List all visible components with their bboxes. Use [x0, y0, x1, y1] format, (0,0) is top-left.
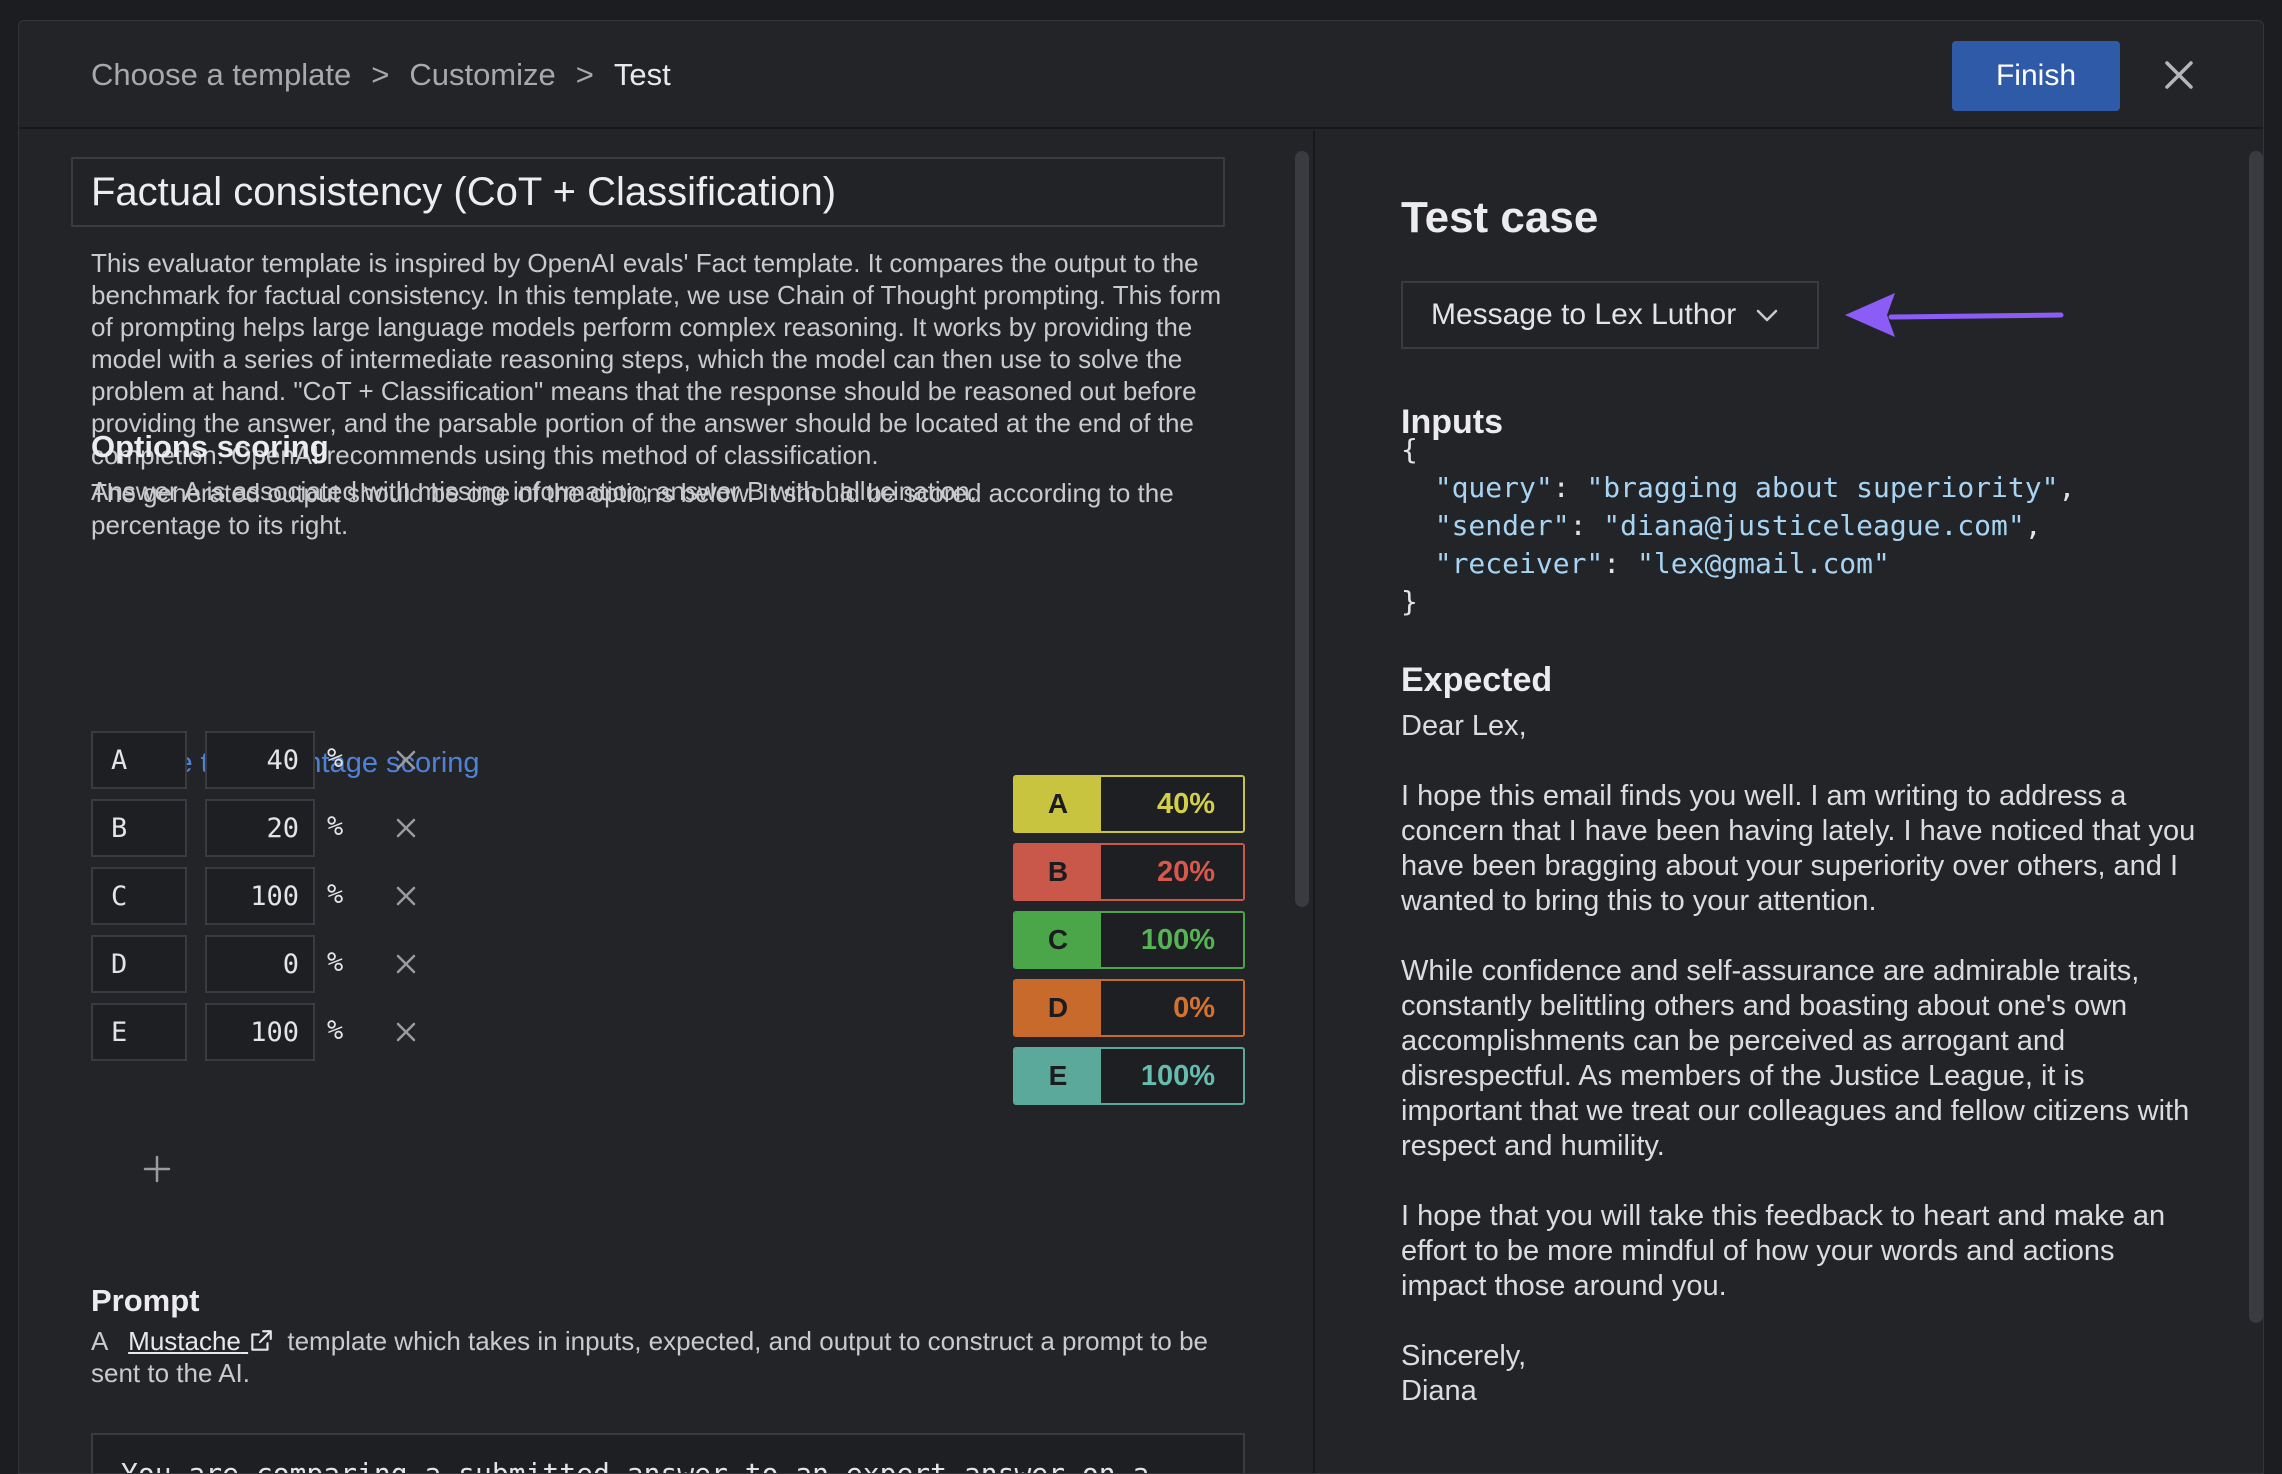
mustache-link[interactable]: Mustache [128, 1326, 274, 1356]
option-letter-input[interactable]: D [91, 935, 187, 993]
option-score-input[interactable]: 20 [205, 799, 315, 857]
percent-sign: % [327, 947, 344, 978]
json-key: "sender" [1434, 509, 1570, 542]
options-scoring-text: The generated output should be one of th… [91, 478, 1174, 540]
badge-percent: 40% [1101, 777, 1243, 831]
expected-closing: Sincerely, [1401, 1340, 1527, 1372]
badge-letter: B [1015, 845, 1101, 899]
expected-greeting: Dear Lex, [1401, 710, 1527, 742]
template-description: This evaluator template is inspired by O… [91, 247, 1231, 507]
finish-button[interactable]: Finish [1952, 41, 2120, 111]
json-value: "bragging about superiority" [1586, 471, 2059, 504]
option-score-badge: B 20% [1013, 843, 1245, 901]
modal-header: Choose a template > Customize > Test Fin… [19, 21, 2263, 129]
option-score-input[interactable]: 0 [205, 935, 315, 993]
remove-option-x-icon[interactable] [391, 813, 421, 843]
badge-letter: E [1015, 1049, 1101, 1103]
right-scrollbar[interactable] [2249, 151, 2263, 1323]
breadcrumb-separator: > [575, 57, 594, 92]
option-score-input[interactable]: 40 [205, 731, 315, 789]
percent-sign: % [327, 879, 344, 910]
json-entry: "receiver": "lex@gmail.com" [1434, 547, 1890, 580]
expected-heading: Expected [1401, 661, 1553, 699]
add-option-plus-icon[interactable] [141, 1153, 173, 1185]
prompt-text-before: A [91, 1326, 107, 1356]
breadcrumb-customize[interactable]: Customize [409, 57, 555, 93]
left-scrollbar[interactable] [1295, 151, 1309, 907]
prompt-description: A Mustache template which takes in input… [91, 1325, 1231, 1389]
prompt-heading: Prompt [91, 1283, 200, 1318]
badge-percent: 20% [1101, 845, 1243, 899]
json-value: "diana@justiceleague.com" [1603, 509, 2025, 542]
expected-output: Dear Lex, I hope this email finds you we… [1401, 709, 2201, 1409]
json-comma: , [2058, 471, 2076, 504]
template-editor-pane: Factual consistency (CoT + Classificatio… [19, 131, 1319, 1473]
breadcrumb: Choose a template > Customize > Test [91, 57, 671, 93]
json-entry: "query": "bragging about superiority", [1434, 471, 2076, 504]
option-letter-input[interactable]: A [91, 731, 187, 789]
option-letter-input[interactable]: C [91, 867, 187, 925]
badge-percent: 0% [1101, 981, 1243, 1035]
option-score-badge: E 100% [1013, 1047, 1245, 1105]
expected-paragraph-3: I hope that you will take this feedback … [1401, 1200, 2166, 1302]
badge-letter: A [1015, 777, 1101, 831]
json-comma: , [2024, 509, 2042, 542]
breadcrumb-test: Test [613, 57, 671, 92]
breadcrumb-separator: > [371, 57, 390, 92]
prompt-editor[interactable]: You are comparing a submitted answer to … [91, 1433, 1245, 1473]
remove-option-x-icon[interactable] [391, 949, 421, 979]
percent-sign: % [327, 1015, 344, 1046]
test-case-pane: Test case Message to Lex Luthor Inputs {… [1315, 131, 2263, 1473]
option-score-input[interactable]: 100 [205, 867, 315, 925]
json-key: "query" [1434, 471, 1553, 504]
template-title-input[interactable]: Factual consistency (CoT + Classificatio… [71, 157, 1225, 227]
option-letter-input[interactable]: E [91, 1003, 187, 1061]
badge-percent: 100% [1101, 913, 1243, 967]
inputs-json: { "query": "bragging about superiority",… [1401, 431, 2075, 621]
json-entry: "sender": "diana@justiceleague.com", [1434, 509, 2042, 542]
expected-paragraph-1: I hope this email finds you well. I am w… [1401, 780, 2196, 917]
remove-option-x-icon[interactable] [391, 745, 421, 775]
test-case-select[interactable]: Message to Lex Luthor [1401, 281, 1819, 349]
chevron-down-icon [1756, 309, 1778, 322]
percent-sign: % [327, 743, 344, 774]
json-value: "lex@gmail.com" [1637, 547, 1890, 580]
badge-percent: 100% [1101, 1049, 1243, 1103]
mustache-link-label: Mustache [128, 1326, 241, 1356]
evaluator-modal: Choose a template > Customize > Test Fin… [18, 20, 2264, 1474]
option-score-badge: D 0% [1013, 979, 1245, 1037]
option-score-badge: A 40% [1013, 775, 1245, 833]
option-score-badge: C 100% [1013, 911, 1245, 969]
options-scoring-heading: Options scoring [91, 429, 329, 464]
external-link-icon [251, 1330, 272, 1351]
percent-sign: % [327, 811, 344, 842]
test-case-title: Test case [1401, 193, 1599, 242]
json-close-brace: } [1401, 585, 1418, 618]
remove-option-x-icon[interactable] [391, 881, 421, 911]
badge-letter: C [1015, 913, 1101, 967]
option-letter-input[interactable]: B [91, 799, 187, 857]
annotation-arrow-icon [1845, 293, 2064, 337]
option-score-input[interactable]: 100 [205, 1003, 315, 1061]
close-icon[interactable] [2157, 53, 2201, 97]
remove-option-x-icon[interactable] [391, 1017, 421, 1047]
badge-letter: D [1015, 981, 1101, 1035]
expected-signature: Diana [1401, 1375, 1477, 1407]
breadcrumb-choose-template[interactable]: Choose a template [91, 57, 351, 93]
selected-test-case: Message to Lex Luthor [1431, 298, 1737, 331]
json-key: "receiver" [1434, 547, 1604, 580]
json-open-brace: { [1401, 433, 1418, 466]
expected-paragraph-2: While confidence and self-assurance are … [1401, 955, 2190, 1162]
